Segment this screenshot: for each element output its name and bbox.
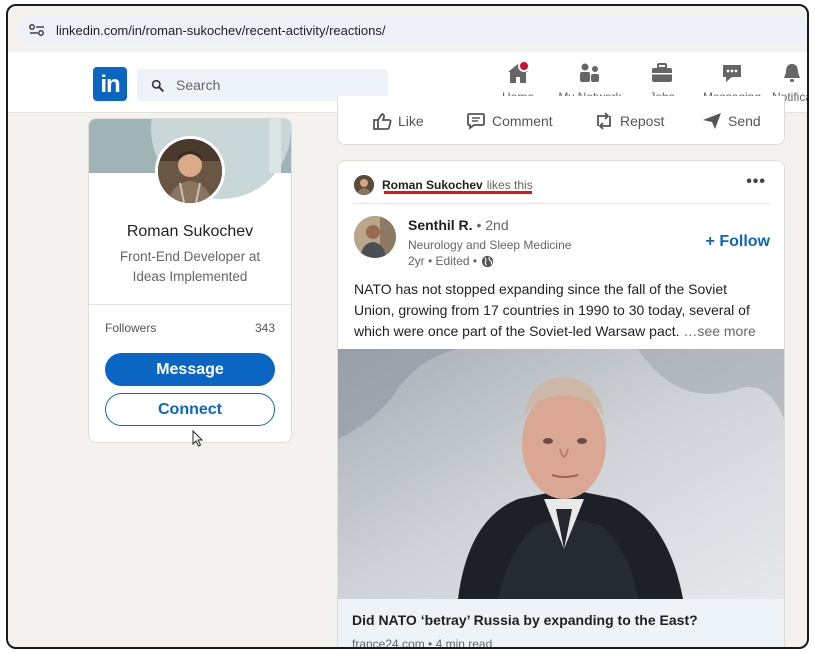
send-button[interactable]: Send <box>702 112 761 130</box>
profile-headline: Front-End Developer at Ideas Implemented <box>119 249 261 284</box>
message-button[interactable]: Message <box>105 353 275 386</box>
like-button[interactable]: Like <box>372 112 424 130</box>
reaction-text: likes this <box>486 178 533 192</box>
divider <box>89 304 291 305</box>
link-preview[interactable]: Did NATO ‘betray’ Russia by expanding to… <box>338 599 784 649</box>
followers-label: Followers <box>105 321 157 335</box>
more-options-icon[interactable]: ••• <box>746 173 766 191</box>
globe-icon <box>482 255 494 267</box>
post-text: NATO has not stopped expanding since the… <box>354 281 756 339</box>
network-icon <box>580 63 599 82</box>
url-text[interactable]: linkedin.com/in/roman-sukochev/recent-ac… <box>56 23 385 38</box>
followers-count: 343 <box>254 321 275 335</box>
repost-button[interactable]: Repost <box>594 112 664 130</box>
followers-row: Followers 343 <box>105 321 275 335</box>
previous-post-actions: Like Comment Repost Send <box>337 96 785 145</box>
comment-icon <box>467 113 485 130</box>
connection-degree: • 2nd <box>476 217 509 233</box>
red-underline-annotation <box>384 191 532 194</box>
post-author: Senthil R. • 2nd Neurology and Sleep Med… <box>354 213 772 269</box>
author-name-line[interactable]: Senthil R. • 2nd <box>408 217 509 233</box>
mouse-cursor-icon <box>192 430 203 447</box>
comment-button[interactable]: Comment <box>466 112 553 130</box>
send-icon <box>703 113 721 129</box>
bell-icon <box>784 64 800 82</box>
link-meta: france24.com • 4 min read <box>352 637 493 649</box>
author-subtitle: Neurology and Sleep Medicine <box>408 238 572 252</box>
like-icon <box>373 113 392 130</box>
reactor-name[interactable]: Roman Sukochev <box>382 178 483 192</box>
see-more-link[interactable]: …see more <box>683 323 755 339</box>
profile-name[interactable]: Roman Sukochev <box>89 223 291 241</box>
site-settings-icon[interactable] <box>28 23 46 37</box>
follow-button[interactable]: + Follow <box>706 233 770 251</box>
feed-post: Roman Sukochev likes this ••• Senthil R.… <box>337 160 785 649</box>
divider <box>352 203 770 204</box>
connect-button[interactable]: Connect <box>105 393 275 426</box>
post-image[interactable] <box>338 349 784 599</box>
author-avatar[interactable] <box>354 216 396 258</box>
notification-badge <box>518 60 530 72</box>
reactor-avatar[interactable] <box>354 175 374 195</box>
search-input[interactable] <box>174 76 368 94</box>
search-icon <box>151 79 164 92</box>
linkedin-logo[interactable]: in <box>93 67 127 101</box>
link-title[interactable]: Did NATO ‘betray’ Russia by expanding to… <box>352 612 698 628</box>
avatar[interactable] <box>155 136 225 206</box>
profile-card: Roman Sukochev Front-End Developer at Id… <box>88 118 292 443</box>
message-icon <box>723 65 741 82</box>
repost-icon <box>597 112 611 130</box>
address-bar[interactable]: linkedin.com/in/roman-sukochev/recent-ac… <box>18 15 807 45</box>
browser-window: linkedin.com/in/roman-sukochev/recent-ac… <box>6 4 809 649</box>
post-timestamp: 2yr • Edited • <box>408 254 494 268</box>
briefcase-icon <box>652 63 672 82</box>
author-name[interactable]: Senthil R. <box>408 217 473 233</box>
